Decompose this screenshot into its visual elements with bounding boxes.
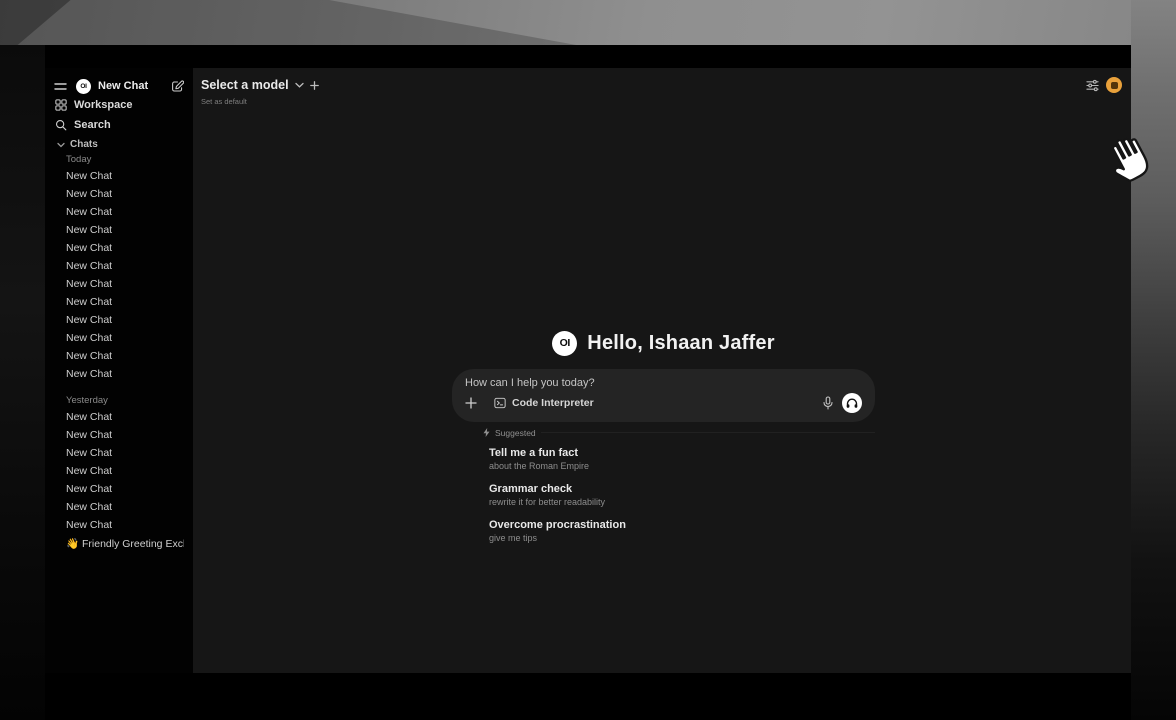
chat-group-label: Today xyxy=(54,152,184,167)
suggestion-title: Overcome procrastination xyxy=(489,519,875,532)
chats-label: Chats xyxy=(70,139,98,150)
settings-sliders-icon[interactable] xyxy=(1086,79,1099,92)
sidebar-chat-item[interactable]: New Chat xyxy=(54,365,184,383)
code-interpreter-toggle[interactable]: Code Interpreter xyxy=(494,397,594,409)
suggestion-item[interactable]: Overcome procrastination give me tips xyxy=(489,517,875,546)
divider xyxy=(541,432,875,433)
sidebar-chat-item[interactable]: New Chat xyxy=(54,311,184,329)
chats-section-toggle[interactable]: Chats xyxy=(54,137,184,152)
suggestion-title: Tell me a fun fact xyxy=(489,447,875,460)
terminal-icon xyxy=(494,397,506,409)
suggestion-subtitle: about the Roman Empire xyxy=(489,461,875,472)
chat-group-today: Today New ChatNew ChatNew ChatNew ChatNe… xyxy=(54,152,184,383)
app-logo-large: OI xyxy=(552,331,577,356)
sidebar-chat-item[interactable]: New Chat xyxy=(54,408,184,426)
main-area: Select a model Set as default xyxy=(193,68,1131,673)
search-icon xyxy=(55,119,67,131)
code-interpreter-label: Code Interpreter xyxy=(512,397,594,409)
sidebar-chat-item[interactable]: New Chat xyxy=(54,516,184,534)
sidebar-chat-item[interactable]: New Chat xyxy=(54,275,184,293)
greeting-text: Hello, Ishaan Jaffer xyxy=(587,332,774,355)
sidebar-item-workspace[interactable]: Workspace xyxy=(54,95,184,114)
attach-plus-icon[interactable] xyxy=(465,397,477,409)
sidebar-chat-item[interactable]: New Chat xyxy=(54,347,184,365)
sidebar-chat-item[interactable]: New Chat xyxy=(54,239,184,257)
workspace-label: Workspace xyxy=(74,99,133,111)
desktop-wallpaper-left xyxy=(0,45,45,720)
sidebar-chat-item[interactable]: New Chat xyxy=(54,480,184,498)
avatar-image xyxy=(1111,82,1118,89)
model-selector[interactable]: Select a model xyxy=(201,78,289,92)
desktop-wallpaper-top xyxy=(0,0,1176,45)
sidebar-chat-item[interactable]: New Chat xyxy=(54,426,184,444)
set-as-default-button[interactable]: Set as default xyxy=(201,97,1122,106)
workspace-grid-icon xyxy=(55,99,67,111)
chat-group-label: Yesterday xyxy=(54,393,184,408)
sidebar-toggle-icon[interactable] xyxy=(54,81,67,92)
sidebar-chat-item[interactable]: New Chat xyxy=(54,167,184,185)
desktop-wallpaper-right xyxy=(1131,0,1176,720)
message-composer: Code Interpreter xyxy=(452,369,875,422)
sidebar-chat-item[interactable]: New Chat xyxy=(54,257,184,275)
app-logo: OI xyxy=(76,79,91,94)
welcome-block: OI Hello, Ishaan Jaffer Code Inter xyxy=(452,330,875,553)
bolt-icon xyxy=(483,428,490,437)
chevron-down-icon xyxy=(57,142,65,148)
voice-call-button[interactable] xyxy=(842,393,862,413)
sidebar-chat-item[interactable]: New Chat xyxy=(54,329,184,347)
sidebar-title: New Chat xyxy=(98,80,148,92)
sidebar-chat-item[interactable]: New Chat xyxy=(54,462,184,480)
model-chevron-down-icon[interactable] xyxy=(295,82,304,88)
search-label: Search xyxy=(74,119,111,131)
suggestion-item[interactable]: Tell me a fun fact about the Roman Empir… xyxy=(489,445,875,474)
app-top-strip xyxy=(45,45,1131,68)
message-input[interactable] xyxy=(465,377,862,389)
suggested-section: Suggested Tell me a fun fact about the R… xyxy=(452,427,875,546)
headphones-icon xyxy=(846,398,858,409)
sidebar-header: OI New Chat xyxy=(54,78,184,94)
sidebar-chat-item[interactable]: New Chat xyxy=(54,444,184,462)
suggestion-list: Tell me a fun fact about the Roman Empir… xyxy=(452,445,875,546)
user-avatar[interactable] xyxy=(1106,77,1122,93)
sidebar-chat-item[interactable]: New Chat xyxy=(54,203,184,221)
suggestion-item[interactable]: Grammar check rewrite it for better read… xyxy=(489,481,875,510)
sidebar: OI New Chat Workspace Search xyxy=(45,68,193,673)
greeting: OI Hello, Ishaan Jaffer xyxy=(452,330,875,356)
sidebar-item-search[interactable]: Search xyxy=(54,115,184,134)
sidebar-chat-item[interactable]: New Chat xyxy=(54,185,184,203)
suggestion-title: Grammar check xyxy=(489,483,875,496)
suggested-label: Suggested xyxy=(495,428,536,438)
sidebar-chat-item[interactable]: New Chat xyxy=(54,498,184,516)
sidebar-chat-item[interactable]: 👋 Friendly Greeting Exchange xyxy=(54,534,184,552)
suggestion-subtitle: rewrite it for better readability xyxy=(489,497,875,508)
suggestion-subtitle: give me tips xyxy=(489,533,875,544)
app-window: OI New Chat Workspace Search xyxy=(45,45,1131,673)
microphone-icon[interactable] xyxy=(823,396,833,410)
sidebar-chat-item[interactable]: New Chat xyxy=(54,221,184,239)
main-header: Select a model Set as default xyxy=(193,68,1131,108)
sidebar-chat-item[interactable]: New Chat xyxy=(54,293,184,311)
chat-group-yesterday: Yesterday New ChatNew ChatNew ChatNew Ch… xyxy=(54,393,184,552)
add-model-plus-icon[interactable] xyxy=(310,81,319,90)
new-chat-button[interactable] xyxy=(171,80,184,93)
